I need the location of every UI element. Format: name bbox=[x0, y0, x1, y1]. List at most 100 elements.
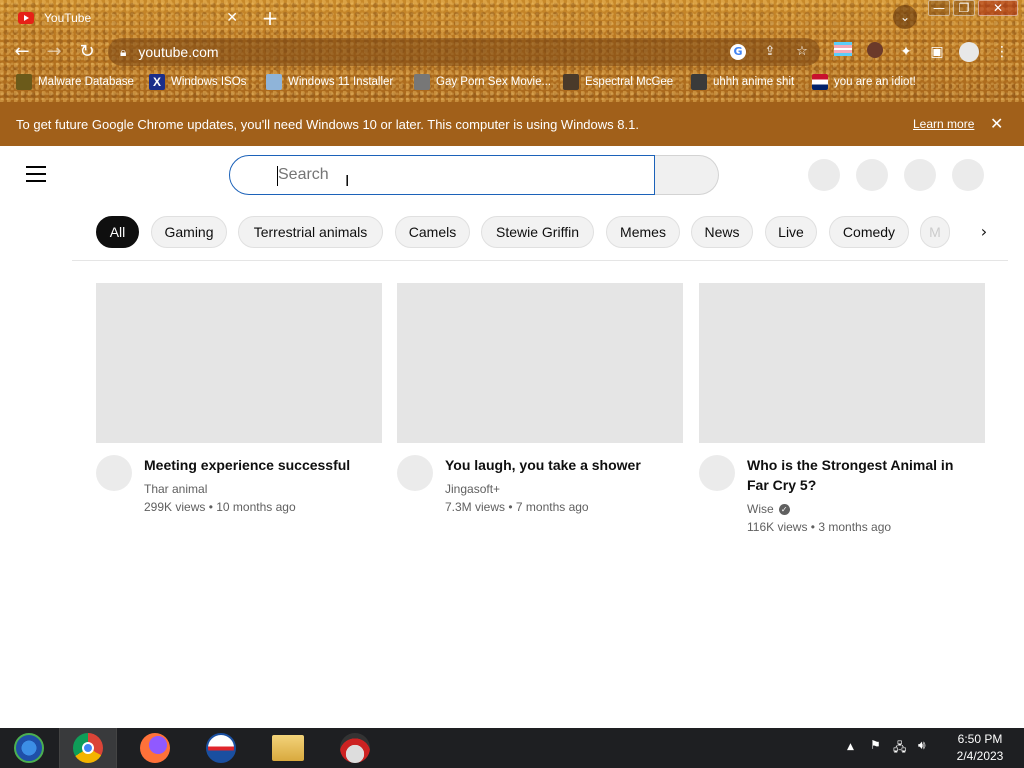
infobar-message: To get future Google Chrome updates, you… bbox=[16, 116, 639, 132]
channel-avatar[interactable] bbox=[96, 455, 132, 491]
bookmark-anime[interactable]: uhhh anime shit bbox=[691, 74, 794, 90]
filter-chips-bar: All Gaming Terrestrial animals Camels St… bbox=[72, 204, 1008, 261]
chip-news[interactable]: News bbox=[691, 216, 753, 248]
profile-icon[interactable] bbox=[959, 42, 979, 62]
channel-name[interactable]: Thar animal bbox=[144, 482, 207, 496]
taskbar-obama[interactable] bbox=[192, 728, 250, 768]
chrome-menu-icon[interactable]: ⋮ bbox=[992, 42, 1012, 62]
google-lens-icon[interactable]: G bbox=[730, 44, 746, 60]
tab-close-icon[interactable]: ✕ bbox=[226, 10, 238, 26]
bookmarks-bar: Malware Database X Windows ISOs Windows 1… bbox=[0, 74, 1024, 94]
volume-icon[interactable]: 🔊︎ bbox=[918, 738, 926, 753]
taskbar-firefox[interactable] bbox=[126, 728, 184, 768]
infobar-close-icon[interactable]: ✕ bbox=[990, 114, 1003, 134]
firefox-icon bbox=[140, 733, 170, 763]
chip-memes[interactable]: Memes bbox=[606, 216, 680, 248]
verified-check-icon: ✓ bbox=[778, 504, 790, 516]
chevron-right-icon[interactable]: › bbox=[972, 220, 996, 244]
windows-taskbar: ▲ ⚑ 🖧︎ 🔊︎ 6:50 PM 2/4/2023 bbox=[0, 728, 1024, 768]
back-icon[interactable]: ← bbox=[11, 41, 33, 63]
chip-all[interactable]: All bbox=[96, 216, 139, 248]
video-title[interactable]: Who is the Strongest Animal in Far Cry 5… bbox=[747, 455, 967, 495]
site-icon bbox=[414, 74, 430, 90]
chip-terrestrial-animals[interactable]: Terrestrial animals bbox=[238, 216, 383, 248]
x-icon: X bbox=[149, 74, 165, 90]
search-input[interactable] bbox=[278, 166, 618, 184]
action-center-flag-icon[interactable]: ⚑ bbox=[870, 738, 881, 752]
video-thumbnail[interactable] bbox=[96, 283, 382, 443]
system-clock[interactable]: 6:50 PM 2/4/2023 bbox=[945, 731, 1015, 765]
chip-comedy[interactable]: Comedy bbox=[829, 216, 909, 248]
tab-youtube[interactable]: YouTube ✕ bbox=[8, 4, 248, 32]
clock-time: 6:50 PM bbox=[957, 732, 1003, 746]
avatar-extension-icon[interactable] bbox=[865, 42, 885, 62]
video-card[interactable]: Who is the Strongest Animal in Far Cry 5… bbox=[699, 283, 985, 534]
bookmark-you-are-an-idiot[interactable]: you are an idiot! bbox=[812, 74, 916, 90]
taskbar-chrome[interactable] bbox=[59, 728, 117, 768]
browser-chrome: YouTube ✕ + ⌄ — ❐ ✕ ← → ↻ 🔒︎ youtube.com… bbox=[0, 0, 1024, 102]
channel-name[interactable]: Wise bbox=[747, 502, 774, 516]
minimize-button[interactable]: — bbox=[928, 0, 950, 16]
trans-flag-extension-icon[interactable] bbox=[833, 42, 853, 62]
youtube-favicon-icon bbox=[18, 12, 34, 24]
video-title[interactable]: Meeting experience successful bbox=[144, 455, 354, 475]
bookmark-site[interactable]: Gay Porn Sex Movie... bbox=[414, 74, 551, 90]
channel-avatar[interactable] bbox=[699, 455, 735, 491]
chip-gaming[interactable]: Gaming bbox=[151, 216, 227, 248]
extensions-puzzle-icon[interactable]: ✦ bbox=[896, 42, 916, 62]
taskbar-santa[interactable] bbox=[326, 728, 384, 768]
placeholder-avatar[interactable] bbox=[952, 159, 984, 191]
video-thumbnail[interactable] bbox=[397, 283, 683, 443]
video-card[interactable]: You laugh, you take a shower Jingasoft+ … bbox=[397, 283, 683, 514]
close-window-button[interactable]: ✕ bbox=[978, 0, 1018, 16]
lock-icon: 🔒︎ bbox=[120, 44, 127, 59]
learn-more-link[interactable]: Learn more bbox=[913, 117, 974, 131]
video-meta: 299K views • 10 months ago bbox=[144, 500, 296, 514]
side-panel-icon[interactable]: ▣ bbox=[927, 42, 947, 62]
bookmark-malware-database[interactable]: Malware Database bbox=[16, 74, 134, 90]
start-button[interactable] bbox=[0, 728, 58, 768]
share-icon[interactable]: ⇪ bbox=[762, 44, 778, 60]
bookmark-windows-isos[interactable]: X Windows ISOs bbox=[149, 74, 246, 90]
clock-date: 2/4/2023 bbox=[956, 749, 1004, 763]
tab-search-icon[interactable]: ⌄ bbox=[893, 5, 917, 29]
chip-stewie-griffin[interactable]: Stewie Griffin bbox=[481, 216, 594, 248]
tab-title: YouTube bbox=[44, 11, 92, 25]
bookmark-windows-11-installer[interactable]: Windows 11 Installer bbox=[266, 74, 393, 90]
search-box[interactable] bbox=[229, 155, 655, 195]
obama-icon bbox=[206, 733, 236, 763]
reload-icon[interactable]: ↻ bbox=[76, 41, 98, 63]
channel-avatar[interactable] bbox=[397, 455, 433, 491]
guide-menu-icon[interactable] bbox=[26, 166, 46, 182]
anime-icon bbox=[691, 74, 707, 90]
address-bar[interactable]: 🔒︎ youtube.com G ⇪ ☆ bbox=[108, 38, 820, 66]
network-icon[interactable]: 🖧︎ bbox=[893, 738, 906, 759]
video-title[interactable]: You laugh, you take a shower bbox=[445, 455, 655, 475]
text-caret bbox=[277, 166, 278, 186]
bookmark-espectral-mcgee[interactable]: Espectral McGee bbox=[563, 74, 673, 90]
chip-camels[interactable]: Camels bbox=[395, 216, 470, 248]
bookmark-star-icon[interactable]: ☆ bbox=[794, 44, 810, 60]
channel-name-row[interactable]: Wise ✓ bbox=[747, 502, 790, 516]
ibeam-cursor-icon: I bbox=[345, 172, 350, 190]
chrome-icon bbox=[73, 733, 103, 763]
video-thumbnail[interactable] bbox=[699, 283, 985, 443]
forward-icon[interactable]: → bbox=[43, 41, 65, 63]
placeholder-icon[interactable] bbox=[856, 159, 888, 191]
channel-name[interactable]: Jingasoft+ bbox=[445, 482, 500, 496]
malware-icon bbox=[16, 74, 32, 90]
start-icon bbox=[14, 733, 44, 763]
placeholder-icon[interactable] bbox=[904, 159, 936, 191]
video-card[interactable]: Meeting experience successful Thar anima… bbox=[96, 283, 382, 514]
search-button[interactable] bbox=[655, 155, 719, 195]
show-hidden-icons[interactable]: ▲ bbox=[847, 742, 854, 752]
update-infobar: To get future Google Chrome updates, you… bbox=[0, 102, 1024, 146]
taskbar-file-explorer[interactable] bbox=[259, 728, 317, 768]
chip-more[interactable]: M bbox=[920, 216, 950, 248]
maximize-button[interactable]: ❐ bbox=[953, 0, 975, 16]
placeholder-icon[interactable] bbox=[808, 159, 840, 191]
new-tab-button[interactable]: + bbox=[260, 6, 280, 30]
chip-live[interactable]: Live bbox=[765, 216, 817, 248]
site-icon bbox=[563, 74, 579, 90]
file-explorer-icon bbox=[272, 735, 304, 761]
